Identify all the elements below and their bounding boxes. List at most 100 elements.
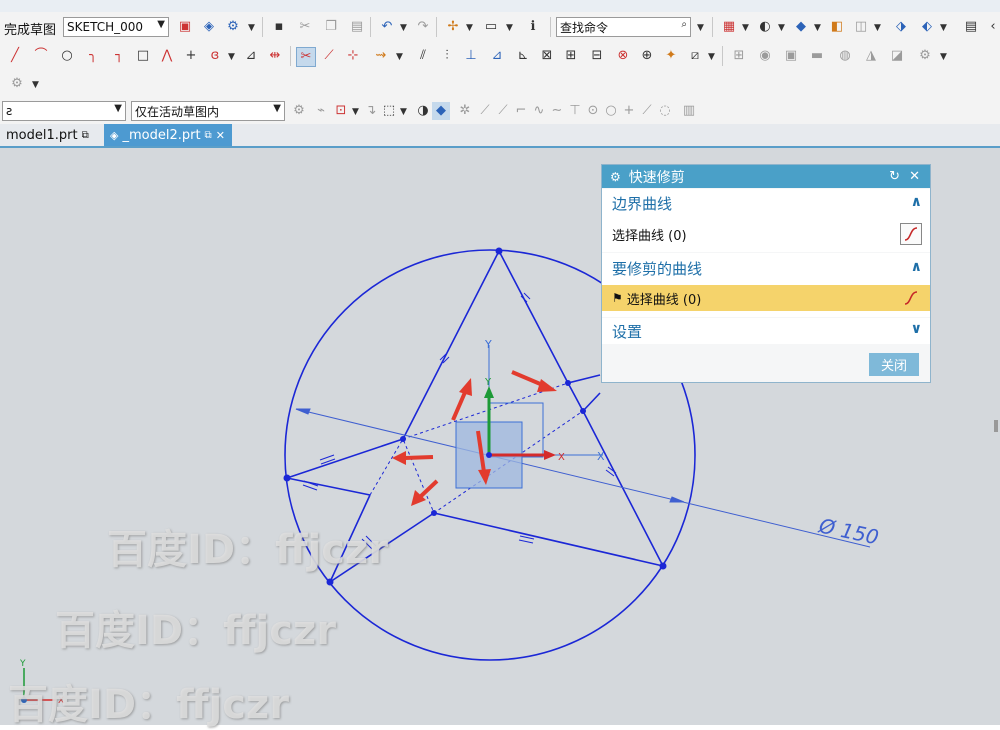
quick-extend-icon[interactable]: ⟋ (320, 47, 338, 65)
continuous-auto-dim-icon[interactable]: ✦ (662, 47, 680, 65)
more-icon[interactable]: ‹ (984, 18, 1000, 36)
cube-select-icon[interactable]: ◆ (432, 102, 450, 120)
snap-point-icon[interactable]: ⌁ (312, 102, 330, 120)
search-icon[interactable]: ⌕ (681, 19, 687, 30)
undo-icon[interactable]: ↶ (378, 18, 396, 36)
chevron-down-icon[interactable]: ▼ (814, 23, 821, 33)
chevron-down-icon[interactable]: ▼ (228, 52, 235, 62)
line-icon[interactable]: ╱ (6, 47, 24, 65)
collapse-icon[interactable]: ∧ (911, 194, 922, 210)
close-button[interactable]: 关闭 (869, 353, 919, 376)
shade-icon[interactable]: ◐ (756, 18, 774, 36)
profile-icon[interactable]: ⧄ (686, 47, 704, 65)
snap-icon[interactable]: ✢ (444, 18, 462, 36)
spline-icon[interactable]: ɞ (206, 47, 224, 65)
curve-select-icon[interactable] (900, 287, 922, 309)
chevron-down-icon[interactable]: ▼ (32, 80, 39, 90)
boundary-select-row[interactable]: 选择曲线 (0) (602, 221, 930, 247)
chevron-down-icon[interactable]: ▼ (778, 23, 785, 33)
alternate-solution-icon[interactable]: ⊞ (562, 47, 580, 65)
shaded-icon[interactable]: ◑ (414, 102, 432, 120)
trim-select-row[interactable]: ⚑ 选择曲线 (0) (602, 285, 930, 311)
follow-icon[interactable]: ↴ (362, 102, 380, 120)
dimension-icon[interactable]: ⫽ (414, 47, 432, 65)
info-icon[interactable]: ℹ (524, 18, 542, 36)
chevron-down-icon[interactable]: ▼ (396, 52, 403, 62)
chevron-down-icon[interactable]: ▼ (940, 52, 947, 62)
snap-on-curve-icon[interactable]: ⟋ (638, 102, 656, 120)
select-icon[interactable]: ⊡ (332, 102, 350, 120)
snap-face-icon[interactable]: ◌ (656, 102, 674, 120)
derived-curve-icon[interactable]: ⇝ (372, 47, 390, 65)
chevron-down-icon[interactable]: ▼ (466, 23, 473, 33)
resize-handle[interactable] (994, 420, 998, 432)
grid-icon[interactable]: ⊞ (730, 47, 748, 65)
show-constraints-icon[interactable]: ⊾ (514, 47, 532, 65)
mirror-icon[interactable]: ⇹ (266, 47, 284, 65)
sketch-task-icon[interactable]: ▣ (176, 18, 194, 36)
assembly-icon[interactable]: ⚙ (8, 75, 26, 93)
curve-select-icon[interactable] (900, 223, 922, 245)
sketch-name-select[interactable]: SKETCH_000 ▼ (63, 17, 169, 37)
pad-icon[interactable]: ▬ (808, 47, 826, 65)
boss-icon[interactable]: ◍ (836, 47, 854, 65)
snap-center-icon[interactable]: ⊙ (584, 102, 602, 120)
chevron-down-icon[interactable]: ▼ (742, 23, 749, 33)
type-filter-select[interactable]: ƨ ▼ (2, 101, 126, 121)
settings-section-title[interactable]: 设置 (612, 321, 642, 342)
offset-icon[interactable]: ⊿ (242, 47, 260, 65)
chevron-down-icon[interactable]: ▼ (352, 107, 359, 117)
snap-end-icon[interactable]: ✲ (456, 102, 474, 120)
tab-model1[interactable]: model1.prt ⧉ (0, 124, 102, 146)
snap-control-icon[interactable]: ⌐ (512, 102, 530, 120)
view-icon[interactable]: ⚙ (224, 18, 242, 36)
snap-mid-icon[interactable]: ⟋ (494, 102, 512, 120)
shell-icon[interactable]: ◉ (756, 47, 774, 65)
render-icon[interactable]: ▦ (720, 18, 738, 36)
auto-constraint-icon[interactable]: ⊿ (488, 47, 506, 65)
save-icon[interactable]: ▪ (270, 18, 288, 36)
snap-perp-icon[interactable]: ⊤ (566, 102, 584, 120)
copy-icon[interactable]: ❐ (322, 18, 340, 36)
close-icon[interactable]: ✕ (909, 169, 920, 184)
scope-select[interactable]: 仅在活动草图内 ▼ (131, 101, 285, 121)
display-icon[interactable]: ◫ (852, 18, 870, 36)
finish-sketch-label[interactable]: 完成草图 (4, 19, 56, 38)
find-command-input[interactable]: 查找命令 ⌕ (556, 17, 691, 37)
snap-intersect-icon[interactable]: ∿ (530, 102, 548, 120)
polyline-icon[interactable]: ⋀ (158, 47, 176, 65)
chevron-down-icon[interactable]: ▼ (940, 23, 947, 33)
layer-icon[interactable]: ◧ (828, 18, 846, 36)
snap-line-icon[interactable]: ⟋ (476, 102, 494, 120)
thicken-icon[interactable]: ◪ (888, 47, 906, 65)
snap-bounded-icon[interactable]: ▥ (680, 102, 698, 120)
collapse-icon[interactable]: ∧ (911, 259, 922, 275)
orient-2-icon[interactable]: ⬖ (918, 18, 936, 36)
constraint-icon[interactable]: ⫶ (438, 47, 456, 65)
feature-icon[interactable]: ◈ (200, 18, 218, 36)
chevron-down-icon[interactable]: ▼ (400, 107, 407, 117)
point-icon[interactable]: + (182, 47, 200, 65)
boundary-section-title[interactable]: 边界曲线 (612, 193, 672, 214)
reset-icon[interactable]: ↻ (889, 169, 900, 184)
chevron-down-icon[interactable]: ▼ (874, 23, 881, 33)
rectangle-icon[interactable]: □ (134, 47, 152, 65)
chevron-down-icon[interactable]: ▼ (248, 23, 255, 33)
block-icon[interactable]: ▣ (782, 47, 800, 65)
animate-dimension-icon[interactable]: ⊕ (638, 47, 656, 65)
view-stack-icon[interactable]: ▤ (962, 18, 980, 36)
selection-box-icon[interactable]: ▭ (482, 18, 500, 36)
chevron-down-icon[interactable]: ▼ (400, 23, 407, 33)
close-icon[interactable]: ✕ (216, 129, 225, 142)
inferred-constraint-icon[interactable]: ⊟ (588, 47, 606, 65)
box-select-icon[interactable]: ⬚ (380, 102, 398, 120)
chevron-down-icon[interactable]: ▼ (708, 52, 715, 62)
draft-icon[interactable]: ◮ (862, 47, 880, 65)
chevron-down-icon[interactable]: ▼ (697, 23, 704, 33)
fillet-icon[interactable]: ╮ (84, 47, 102, 65)
snap-existing-icon[interactable]: + (620, 102, 638, 120)
make-corner-icon[interactable]: ⊹ (344, 47, 362, 65)
paste-icon[interactable]: ▤ (348, 18, 366, 36)
quick-trim-icon[interactable]: ✂ (296, 47, 316, 67)
expand-icon[interactable]: ∨ (911, 321, 922, 337)
